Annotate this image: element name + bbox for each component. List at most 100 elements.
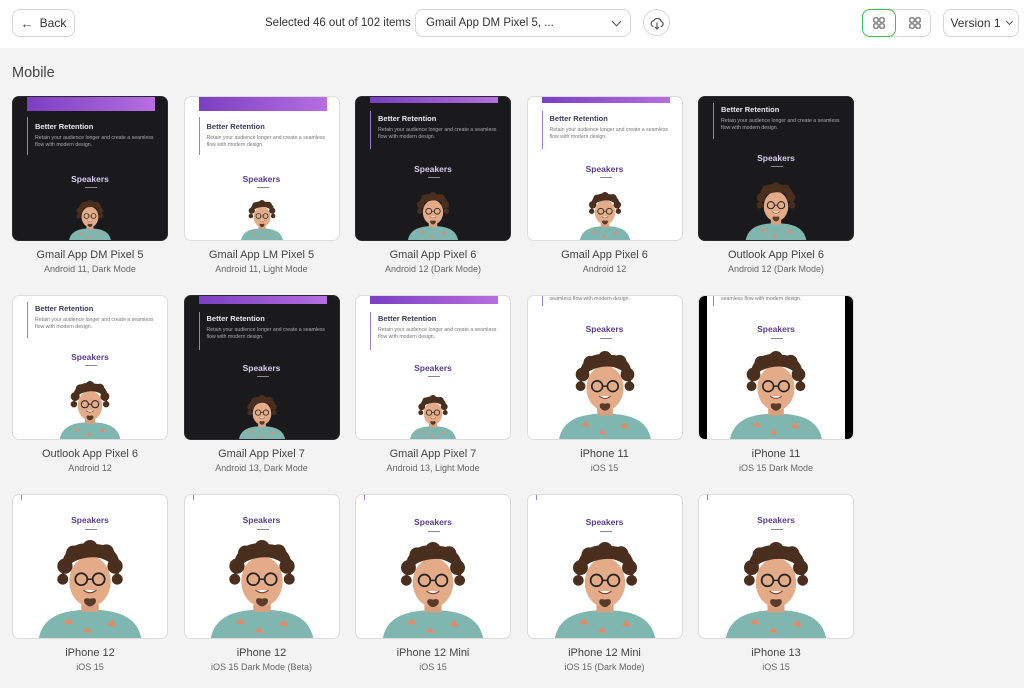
thumb-body: Retain your audience longer and create a… — [378, 327, 497, 340]
grid-icon — [909, 17, 921, 29]
thumb-headline: Better Retention — [378, 114, 437, 123]
thumb-headline: Better Retention — [549, 114, 608, 123]
card-name: iPhone 12 Mini — [568, 647, 641, 659]
card-subtitle: Android 13, Dark Mode — [215, 463, 308, 473]
speaker-photo — [54, 381, 126, 439]
card-subtitle: iOS 15 — [76, 662, 104, 672]
card-name: Gmail App Pixel 6 — [389, 249, 477, 261]
preview-thumbnail[interactable]: Better Retention Retain your audience lo… — [12, 295, 168, 440]
card-name: iPhone 12 — [236, 647, 287, 659]
preview-thumbnail[interactable]: Better Retention Retain your audience lo… — [698, 96, 854, 241]
grid-icon — [873, 17, 885, 29]
selection-count: Selected 46 out of 102 items — [265, 17, 411, 29]
client-select[interactable]: Gmail App DM Pixel 5, ... — [415, 9, 631, 37]
preview-card[interactable]: Speakers iPhone 12 iOS 15 — [12, 494, 168, 672]
preview-card[interactable]: Better Retention Retain your audience lo… — [698, 96, 854, 274]
preview-card[interactable]: seamless flow with modern design. Speake… — [698, 295, 854, 473]
preview-card[interactable]: Better Retention Retain your audience lo… — [183, 96, 340, 274]
thumb-body: seamless flow with modern design. — [549, 296, 630, 302]
card-name: Gmail App Pixel 6 — [561, 249, 648, 261]
preview-thumbnail[interactable]: seamless flow with modern design. Speake… — [698, 295, 854, 440]
preview-card[interactable]: seamless flow with modern design. Speake… — [526, 295, 683, 473]
thumb-speakers: Speakers — [242, 515, 281, 525]
thumb-body: Retain your audience longer and create a… — [549, 127, 669, 140]
preview-card[interactable]: Better Retention Retain your audience lo… — [12, 96, 168, 274]
thumb-speakers: Speakers — [71, 352, 109, 362]
card-subtitle: Android 12 (Dark Mode) — [384, 264, 482, 274]
thumb-speakers: Speakers — [414, 363, 452, 373]
preview-card[interactable]: Speakers iPhone 13 iOS 15 — [698, 494, 854, 672]
preview-thumbnail[interactable]: Speakers — [526, 494, 683, 639]
preview-card[interactable]: Better Retention Retain your audience lo… — [355, 96, 511, 274]
preview-thumbnail[interactable]: Better Retention Retain your audience lo… — [526, 96, 683, 241]
preview-card[interactable]: Better Retention Retain your audience lo… — [526, 96, 683, 274]
speaker-photo — [30, 540, 150, 638]
speaker-photo — [740, 182, 812, 240]
preview-card[interactable]: Better Retention Retain your audience lo… — [355, 295, 511, 473]
preview-grid: Better Retention Retain your audience lo… — [12, 96, 854, 672]
card-subtitle: Android 12 — [582, 264, 627, 274]
card-subtitle: Android 12 (Dark Mode) — [727, 264, 825, 274]
card-subtitle: iOS 15 (Dark Mode) — [564, 662, 645, 672]
thumb-headline: Better Retention — [378, 314, 437, 323]
speaker-photo — [575, 192, 635, 240]
preview-card[interactable]: Speakers iPhone 12 iOS 15 Dark Mode (Beta… — [183, 494, 340, 672]
cloud-download-icon — [650, 17, 664, 30]
speaker-photo — [722, 351, 830, 439]
card-name: Gmail App Pixel 7 — [389, 448, 477, 460]
back-button[interactable]: ← Back — [12, 9, 75, 37]
thumb-body: Retain your audience longer and create a… — [721, 118, 840, 131]
thumb-headline: Better Retention — [721, 105, 780, 114]
preview-thumbnail[interactable]: Speakers — [12, 494, 168, 639]
thumb-speakers: Speakers — [414, 164, 452, 174]
speaker-photo — [237, 200, 287, 240]
thumb-speakers: Speakers — [757, 515, 795, 525]
preview-thumbnail[interactable]: Better Retention Retain your audience lo… — [183, 96, 340, 241]
version-label: Version 1 — [950, 16, 1001, 30]
card-subtitle: iOS 15 Dark Mode (Beta) — [210, 662, 313, 672]
preview-thumbnail[interactable]: seamless flow with modern design. Speake… — [526, 295, 683, 440]
preview-card[interactable]: Better Retention Retain your audience lo… — [183, 295, 340, 473]
back-label: Back — [39, 16, 67, 30]
card-name: Gmail App Pixel 7 — [218, 448, 305, 460]
preview-thumbnail[interactable]: Better Retention Retain your audience lo… — [12, 96, 168, 241]
thumb-body: Retain your audience longer and create a… — [206, 135, 326, 148]
compact-grid-view-button[interactable] — [898, 9, 932, 37]
thumb-speakers: Speakers — [71, 174, 109, 184]
card-subtitle: iOS 15 — [419, 662, 447, 672]
speaker-photo — [374, 542, 492, 638]
thumb-body: Retain your audience longer and create a… — [378, 127, 497, 140]
card-subtitle: iOS 15 — [762, 662, 790, 672]
grid-view-button[interactable] — [862, 9, 896, 37]
thumb-speakers: Speakers — [757, 153, 795, 163]
download-button[interactable] — [643, 9, 670, 36]
thumb-headline: Better Retention — [206, 122, 265, 131]
preview-thumbnail[interactable]: Speakers — [183, 494, 340, 639]
thumb-speakers: Speakers — [414, 517, 452, 527]
chevron-down-icon — [1005, 17, 1013, 26]
preview-thumbnail[interactable]: Speakers — [698, 494, 854, 639]
card-name: Outlook App Pixel 6 — [41, 448, 138, 460]
card-name: Gmail App DM Pixel 5 — [36, 249, 144, 261]
section-title: Mobile — [12, 65, 55, 81]
preview-thumbnail[interactable]: Better Retention Retain your audience lo… — [355, 295, 511, 440]
preview-thumbnail[interactable]: Speakers — [355, 494, 511, 639]
preview-card[interactable]: Speakers iPhone 12 Mini iOS 15 — [355, 494, 511, 672]
preview-card[interactable]: Better Retention Retain your audience lo… — [12, 295, 168, 473]
thumb-speakers: Speakers — [242, 174, 281, 184]
chevron-down-icon — [611, 16, 622, 26]
preview-card[interactable]: Speakers iPhone 12 Mini iOS 15 (Dark Mode… — [526, 494, 683, 672]
thumb-speakers: Speakers — [757, 324, 795, 334]
preview-thumbnail[interactable]: Better Retention Retain your audience lo… — [183, 295, 340, 440]
card-subtitle: Android 11, Light Mode — [215, 264, 308, 274]
version-select[interactable]: Version 1 — [943, 9, 1019, 37]
card-subtitle: Android 11, Dark Mode — [44, 264, 136, 274]
speaker-photo — [403, 192, 463, 240]
thumb-body: Retain your audience longer and create a… — [206, 327, 326, 340]
thumb-speakers: Speakers — [585, 324, 624, 334]
card-subtitle: iOS 15 Dark Mode — [738, 463, 814, 473]
client-select-value: Gmail App DM Pixel 5, ... — [426, 17, 554, 29]
arrow-left-icon: ← — [20, 15, 34, 31]
thumb-body: Retain your audience longer and create a… — [35, 317, 154, 330]
preview-thumbnail[interactable]: Better Retention Retain your audience lo… — [355, 96, 511, 241]
